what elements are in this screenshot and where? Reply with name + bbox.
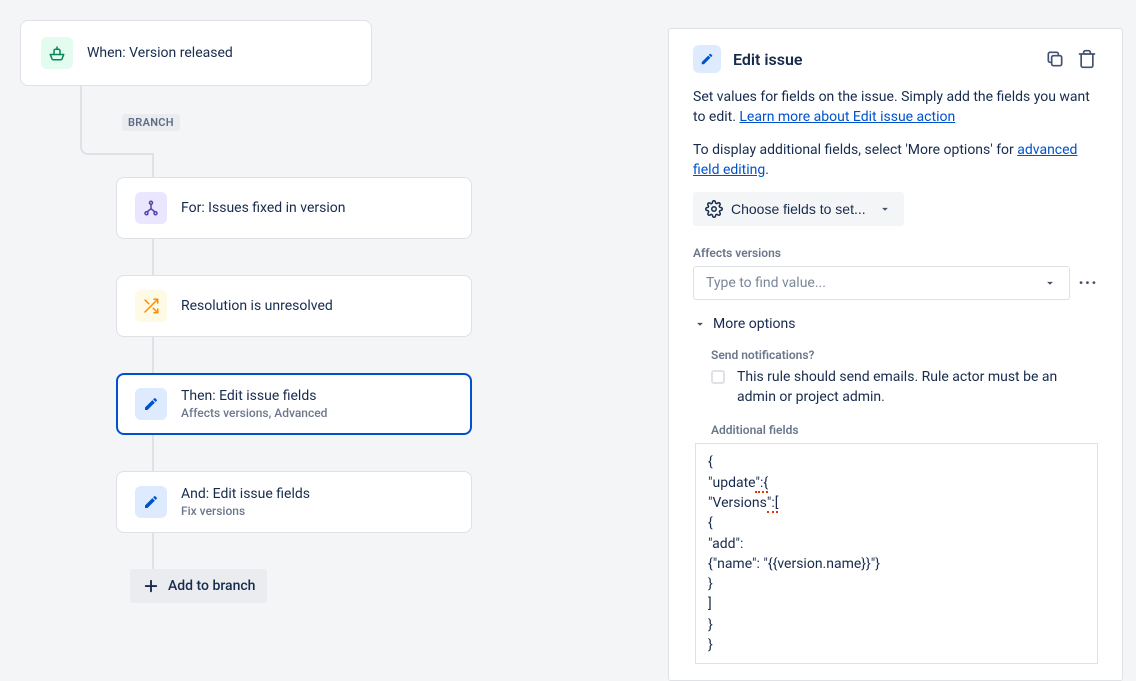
- connector: [152, 155, 154, 177]
- more-options-label: More options: [713, 316, 796, 332]
- panel-description-2: To display additional fields, select 'Mo…: [693, 140, 1098, 181]
- learn-more-link[interactable]: Learn more about Edit issue action: [739, 109, 955, 125]
- more-options-toggle[interactable]: More options: [693, 316, 1098, 332]
- affects-label: Affects versions: [693, 246, 1098, 260]
- branch-connector: BRANCH: [80, 86, 660, 131]
- additional-fields-textarea[interactable]: {"update":{"Versions":[{"add":{"name": "…: [695, 443, 1098, 664]
- edit-issue-panel: Edit issue Set values for fields on the …: [668, 28, 1123, 681]
- node-subtitle: Affects versions, Advanced: [181, 406, 327, 420]
- connector: [152, 239, 154, 275]
- additional-fields-label: Additional fields: [711, 423, 1098, 437]
- trigger-label: When: Version released: [87, 45, 233, 61]
- network-icon: [135, 192, 167, 224]
- add-branch-label: Add to branch: [168, 578, 255, 594]
- automation-flow-panel: When: Version released BRANCH For: Issue…: [20, 20, 660, 681]
- node-title: Resolution is unresolved: [181, 298, 333, 314]
- branch-node-edit[interactable]: And: Edit issue fields Fix versions: [116, 471, 472, 533]
- pencil-icon: [693, 45, 721, 73]
- gear-icon: [705, 200, 723, 218]
- send-notifications-checkbox[interactable]: [711, 370, 725, 384]
- choose-fields-label: Choose fields to set...: [731, 201, 866, 217]
- shuffle-icon: [135, 290, 167, 322]
- branch-node-edit-selected[interactable]: Then: Edit issue fields Affects versions…: [116, 373, 472, 435]
- panel-title: Edit issue: [733, 50, 1032, 69]
- node-title: Then: Edit issue fields: [181, 388, 327, 404]
- field-more-button[interactable]: ···: [1078, 273, 1098, 294]
- chevron-down-icon: [878, 202, 892, 216]
- pencil-icon: [135, 388, 167, 420]
- panel-description: Set values for fields on the issue. Simp…: [693, 87, 1098, 128]
- node-title: And: Edit issue fields: [181, 486, 310, 502]
- branch-node-for[interactable]: For: Issues fixed in version: [116, 177, 472, 239]
- add-to-branch-button[interactable]: Add to branch: [130, 569, 267, 603]
- branch-tag: BRANCH: [122, 114, 180, 131]
- trigger-node[interactable]: When: Version released: [20, 20, 372, 86]
- ship-icon: [41, 37, 73, 69]
- choose-fields-button[interactable]: Choose fields to set...: [693, 192, 904, 226]
- delete-button[interactable]: [1076, 48, 1098, 70]
- node-subtitle: Fix versions: [181, 504, 310, 518]
- chevron-down-icon: [693, 317, 707, 331]
- send-notifications-text: This rule should send emails. Rule actor…: [737, 368, 1098, 407]
- pencil-icon: [135, 486, 167, 518]
- node-title: For: Issues fixed in version: [181, 200, 345, 216]
- branch-elbow: [80, 131, 154, 155]
- connector: [152, 533, 154, 569]
- branch-node-condition[interactable]: Resolution is unresolved: [116, 275, 472, 337]
- chevron-down-icon: [1043, 276, 1057, 290]
- connector: [152, 337, 154, 373]
- connector: [152, 435, 154, 471]
- select-placeholder: Type to find value...: [706, 275, 826, 291]
- send-notifications-label: Send notifications?: [711, 348, 1098, 362]
- affects-versions-select[interactable]: Type to find value...: [693, 266, 1070, 300]
- copy-button[interactable]: [1044, 48, 1066, 70]
